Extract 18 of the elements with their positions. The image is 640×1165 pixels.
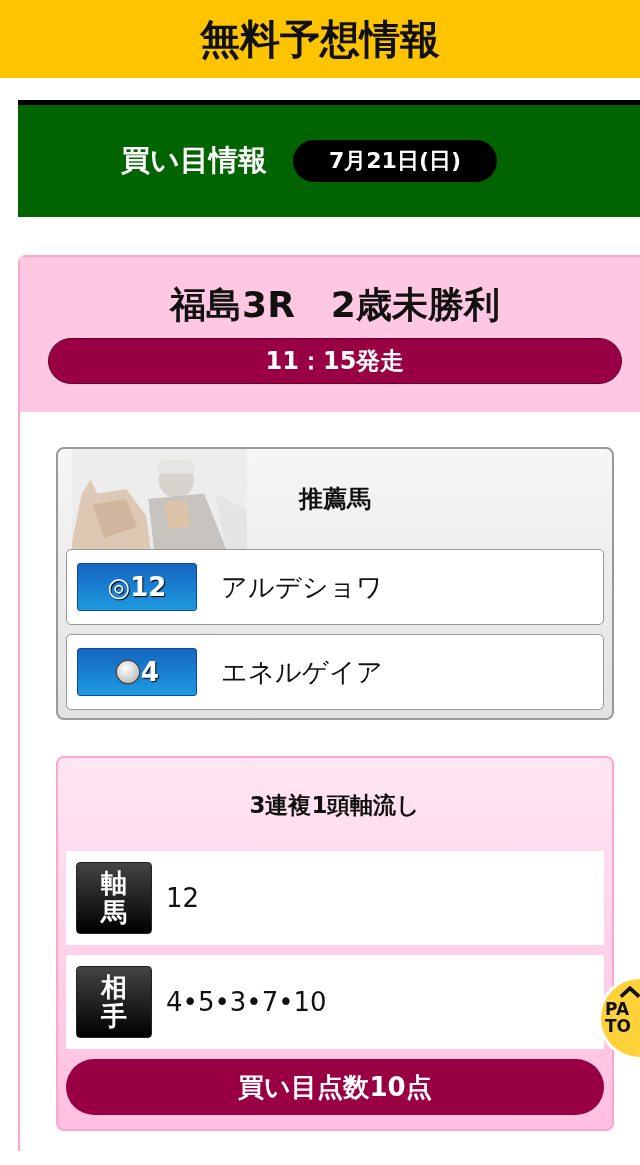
bet-count-bar: 買い目点数10点 [66, 1059, 604, 1115]
date-badge: 7月21日(日) [292, 140, 497, 182]
chevron-up-icon [619, 985, 640, 999]
horse-numbers: 12 [166, 883, 200, 913]
horse-number-badge: ◎12 [77, 563, 197, 611]
horse-name: アルデショワ [221, 570, 383, 604]
panel-title: 推薦馬 [299, 484, 371, 515]
horse-number-badge: 4 [77, 648, 197, 696]
race-title: 福島3R 2歳未勝利 [168, 283, 501, 327]
start-time-bar: 11：15発走 [48, 338, 622, 384]
ball-icon [114, 659, 141, 685]
panel-title: 3連複1頭軸流し [248, 791, 422, 820]
page-title: 無料予想情報 [200, 14, 440, 64]
row-label: 相手 [76, 966, 152, 1038]
horse-numbers: 4•5•3•7•10 [166, 987, 327, 1017]
horse-name: エネルゲイア [221, 655, 383, 689]
row-label: 軸馬 [76, 862, 152, 934]
section-title: 買い目情報 [120, 142, 267, 179]
